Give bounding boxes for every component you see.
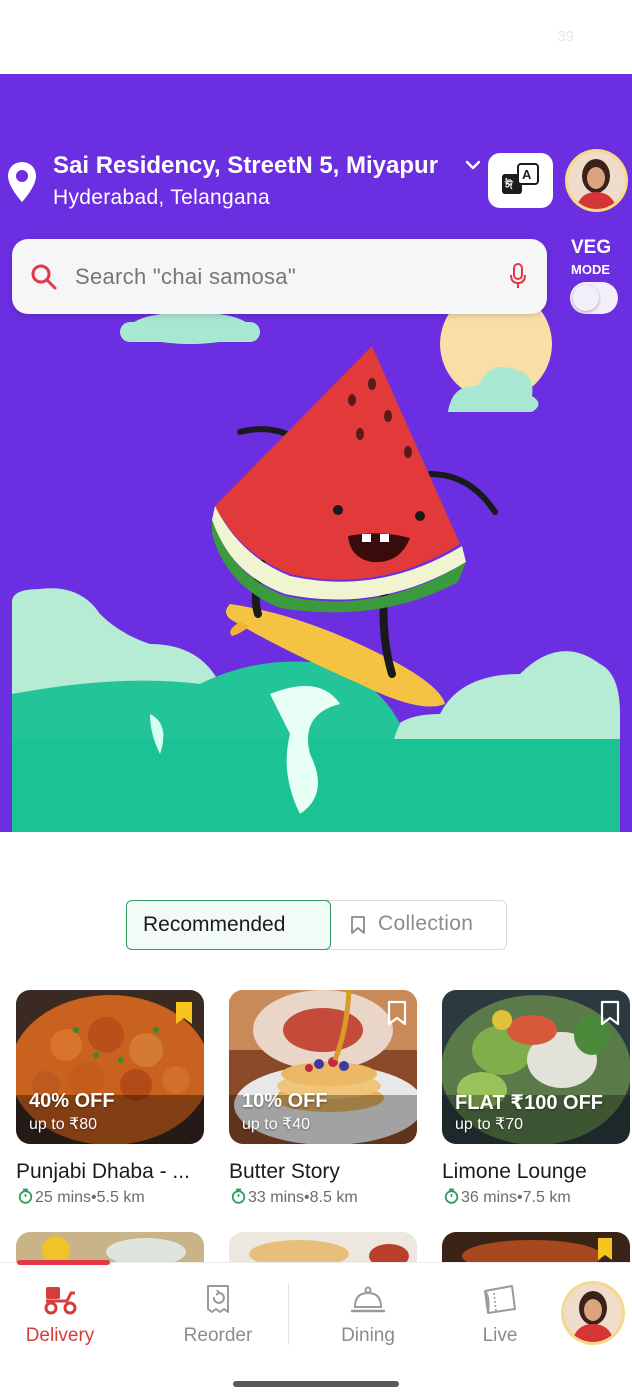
offer-subtitle: up to ₹70 bbox=[455, 1116, 524, 1133]
status-number: 39 bbox=[557, 28, 574, 45]
restaurant-name[interactable]: Punjabi Dhaba - ... bbox=[16, 1160, 190, 1184]
restaurant-image[interactable]: FLAT ₹100 OFF up to ₹70 bbox=[442, 990, 630, 1144]
nav-item-live[interactable]: Live bbox=[445, 1283, 555, 1363]
language-button[interactable]: ঈ A bbox=[488, 153, 553, 208]
location-subtitle[interactable]: Hyderabad, Telangana bbox=[53, 186, 270, 210]
restaurant-eta: 36 mins•7.5 km bbox=[461, 1189, 571, 1206]
svg-text:A: A bbox=[522, 167, 532, 182]
chevron-down-icon[interactable] bbox=[464, 156, 482, 174]
nav-label-reorder: Reorder bbox=[183, 1325, 253, 1346]
reorder-icon bbox=[207, 1285, 229, 1313]
nav-label-delivery: Delivery bbox=[25, 1325, 95, 1346]
ticket-icon bbox=[484, 1285, 516, 1314]
restaurant-image[interactable]: 40% OFF up to ₹80 bbox=[16, 990, 204, 1144]
hero-banner: Sai Residency, StreetN 5, Miyapur Hydera… bbox=[0, 74, 632, 832]
recommendation-tabs: Recommended Collection bbox=[126, 900, 507, 950]
tab-recommended[interactable]: Recommended bbox=[126, 900, 331, 950]
restaurant-card[interactable]: 10% OFF up to ₹40 Butter Story 33 mins•8… bbox=[229, 990, 417, 1206]
food-photo bbox=[16, 1232, 204, 1262]
tab-recommended-label: Recommended bbox=[143, 913, 286, 936]
svg-text:ঈ: ঈ bbox=[504, 177, 514, 192]
cloche-icon bbox=[351, 1286, 385, 1313]
veg-mode-sublabel: MODE bbox=[571, 262, 610, 277]
food-photo bbox=[229, 1232, 417, 1262]
restaurant-meta: 36 mins•7.5 km bbox=[444, 1188, 571, 1207]
tab-collection[interactable]: Collection bbox=[332, 901, 507, 949]
restaurant-card-partial[interactable] bbox=[442, 1232, 630, 1262]
timer-icon bbox=[231, 1188, 246, 1204]
timer-icon bbox=[18, 1188, 33, 1204]
restaurant-image[interactable]: 10% OFF up to ₹40 bbox=[229, 990, 417, 1144]
location-pin-icon[interactable] bbox=[6, 160, 38, 204]
toggle-knob bbox=[573, 285, 599, 311]
veg-mode-label: VEG bbox=[571, 237, 612, 258]
restaurant-name[interactable]: Limone Lounge bbox=[442, 1160, 587, 1184]
mic-icon[interactable] bbox=[509, 262, 527, 290]
bottom-navigation: Delivery Reorder Dining Live bbox=[0, 1260, 632, 1400]
nav-divider bbox=[288, 1283, 289, 1345]
restaurant-card[interactable]: 40% OFF up to ₹80 Punjabi Dhaba - ... 25… bbox=[16, 990, 204, 1206]
nav-item-reorder[interactable]: Reorder bbox=[163, 1283, 273, 1363]
restaurant-eta: 33 mins•8.5 km bbox=[248, 1189, 358, 1206]
location-title[interactable]: Sai Residency, StreetN 5, Miyapur bbox=[53, 152, 438, 180]
restaurant-card-partial[interactable] bbox=[229, 1232, 417, 1262]
search-icon bbox=[31, 264, 57, 290]
offer-title: 40% OFF bbox=[29, 1090, 115, 1112]
offer-subtitle: up to ₹40 bbox=[242, 1116, 311, 1133]
bookmark-icon bbox=[351, 916, 365, 934]
nav-item-dining[interactable]: Dining bbox=[313, 1283, 423, 1363]
bookmark-icon[interactable] bbox=[387, 1000, 407, 1026]
restaurant-eta: 25 mins•5.5 km bbox=[35, 1189, 145, 1206]
profile-avatar[interactable] bbox=[565, 149, 628, 212]
avatar-photo bbox=[564, 1284, 622, 1342]
home-indicator[interactable] bbox=[233, 1381, 399, 1387]
nav-profile-avatar[interactable] bbox=[561, 1281, 625, 1345]
search-bar[interactable]: Search "chai samosa" bbox=[12, 239, 547, 314]
nav-label-dining: Dining bbox=[341, 1325, 395, 1346]
translate-icon: ঈ A bbox=[502, 163, 539, 194]
offer-title: 10% OFF bbox=[242, 1090, 328, 1112]
food-photo bbox=[442, 1232, 630, 1262]
nav-item-delivery[interactable]: Delivery bbox=[5, 1283, 115, 1363]
tab-collection-label: Collection bbox=[378, 912, 474, 935]
restaurant-meta: 25 mins•5.5 km bbox=[18, 1188, 145, 1207]
restaurant-name[interactable]: Butter Story bbox=[229, 1160, 340, 1184]
bookmark-icon[interactable] bbox=[600, 1000, 620, 1026]
timer-icon bbox=[444, 1188, 459, 1204]
veg-mode-toggle[interactable] bbox=[570, 282, 618, 314]
scooter-icon bbox=[44, 1287, 77, 1315]
search-input[interactable]: Search "chai samosa" bbox=[75, 264, 296, 290]
nav-label-live: Live bbox=[482, 1325, 518, 1346]
restaurant-card-partial[interactable] bbox=[16, 1232, 204, 1262]
status-bar: 39 bbox=[0, 0, 632, 74]
restaurant-card[interactable]: FLAT ₹100 OFF up to ₹70 Limone Lounge 36… bbox=[442, 990, 630, 1206]
active-tab-indicator bbox=[17, 1260, 110, 1265]
offer-subtitle: up to ₹80 bbox=[29, 1116, 98, 1133]
bookmark-filled-icon[interactable] bbox=[174, 1000, 194, 1026]
restaurant-meta: 33 mins•8.5 km bbox=[231, 1188, 358, 1207]
offer-title: FLAT ₹100 OFF bbox=[455, 1092, 603, 1114]
avatar-photo bbox=[568, 152, 625, 209]
